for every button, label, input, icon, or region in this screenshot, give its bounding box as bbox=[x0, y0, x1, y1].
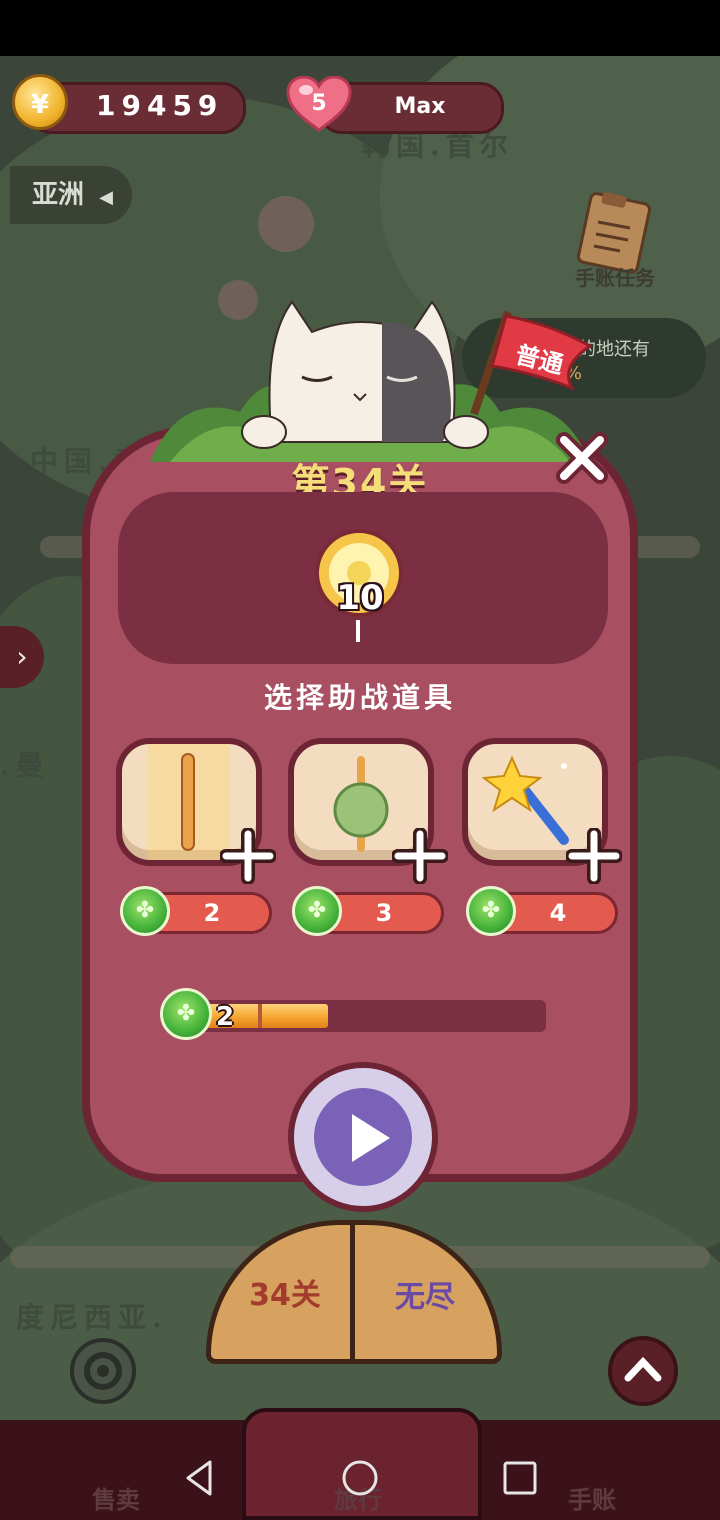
goal-count: 10 bbox=[336, 578, 384, 618]
status-bar bbox=[0, 0, 720, 56]
region-tab[interactable]: 亚洲 ◀ bbox=[10, 166, 132, 224]
journal-task-label: 手账任务 bbox=[575, 266, 655, 290]
clover-icon: ✤ bbox=[466, 886, 516, 936]
coin-value: 19459 bbox=[96, 89, 224, 122]
scroll-up-button[interactable] bbox=[608, 1336, 678, 1406]
clover-icon: ✤ bbox=[292, 886, 342, 936]
back-icon[interactable] bbox=[180, 1458, 220, 1498]
chevron-up-icon bbox=[624, 1356, 662, 1382]
chevron-left-icon: ◀ bbox=[99, 187, 113, 208]
mode-board-divider bbox=[350, 1222, 355, 1362]
lives-count: 5 bbox=[311, 91, 327, 116]
tab-sell-label[interactable]: 售卖 bbox=[92, 1480, 140, 1515]
play-icon bbox=[352, 1114, 390, 1162]
play-button-inner bbox=[314, 1088, 412, 1186]
plus-icon[interactable] bbox=[220, 828, 276, 884]
gear-icon bbox=[84, 1352, 122, 1390]
plus-icon[interactable] bbox=[566, 828, 622, 884]
clover-energy-count: 2 bbox=[216, 1002, 235, 1032]
plus-icon[interactable] bbox=[392, 828, 448, 884]
settings-button[interactable] bbox=[70, 1338, 136, 1404]
mode-endless-button[interactable]: 无尽 bbox=[370, 1272, 480, 1316]
clover-icon: ✤ bbox=[120, 886, 170, 936]
close-icon[interactable] bbox=[550, 426, 614, 490]
region-tab-label: 亚洲 bbox=[32, 180, 85, 210]
cat-mascot bbox=[241, 300, 489, 449]
energy-segment-divider bbox=[258, 1004, 262, 1028]
choose-boosters-label: 选择助战道具 bbox=[263, 681, 456, 714]
map-label-indonesia: 度尼西亚. bbox=[16, 1301, 168, 1334]
mode-level-button[interactable]: 34关 bbox=[230, 1270, 340, 1314]
map-label-bangkok: .曼 bbox=[0, 749, 50, 782]
recent-apps-icon[interactable] bbox=[500, 1458, 540, 1498]
chevron-right-icon: › bbox=[16, 640, 28, 673]
home-icon[interactable] bbox=[340, 1458, 380, 1498]
coin-icon: ¥ bbox=[12, 74, 68, 130]
tab-journal-label[interactable]: 手账 bbox=[568, 1480, 616, 1515]
lives-status: Max bbox=[394, 94, 446, 119]
clover-icon: ✤ bbox=[160, 988, 212, 1040]
goal-stick bbox=[356, 620, 360, 642]
play-button[interactable] bbox=[288, 1062, 438, 1212]
